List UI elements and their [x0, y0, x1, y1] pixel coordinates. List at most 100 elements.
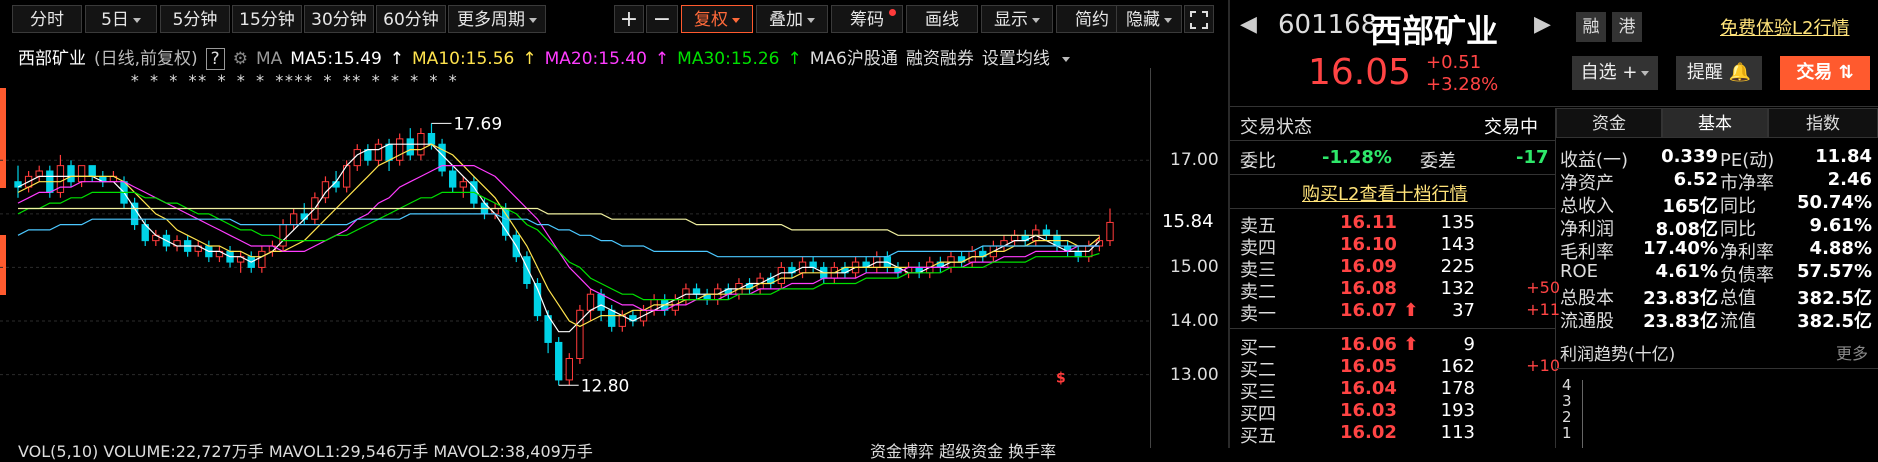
- period-30min[interactable]: 30分钟: [304, 5, 374, 33]
- period-5min[interactable]: 5分钟: [160, 5, 230, 33]
- candle-body: [777, 266, 786, 285]
- profit-y-axis: [1582, 380, 1583, 448]
- huaxian-button[interactable]: 画线: [906, 5, 978, 33]
- volume-tabs-text: 资金博弈 超级资金 换手率: [870, 442, 1057, 461]
- buy-l2-link[interactable]: 购买L2查看十档行情: [1302, 180, 1467, 206]
- chouma-button[interactable]: 筹码: [831, 5, 903, 33]
- order-level-price: 16.05: [1340, 356, 1397, 377]
- chevron-down-icon: [132, 17, 141, 23]
- high-label: 17.69: [453, 114, 502, 134]
- order-level-volume: 178: [1440, 378, 1475, 399]
- panel-hline-4: [1230, 208, 1555, 209]
- chevron-down-icon: [807, 17, 815, 23]
- candle-body: [809, 261, 817, 268]
- tab-jiben[interactable]: 基本: [1662, 108, 1768, 138]
- period-60min[interactable]: 60分钟: [376, 5, 446, 33]
- current-price-axis-label: 15.84: [1162, 211, 1214, 233]
- profit-trend-title: 利润趋势(十亿): [1560, 345, 1676, 365]
- trade-arrows-icon: ⇅: [1838, 62, 1854, 83]
- fund-value: 11.84: [1815, 146, 1872, 167]
- y-tick-label: 15.00: [1170, 257, 1219, 278]
- order-level-change: +11: [1526, 300, 1560, 319]
- candle-body: [385, 143, 393, 161]
- tixing-button[interactable]: 提醒 🔔: [1676, 56, 1762, 90]
- fund-value: 4.61%: [1655, 261, 1718, 282]
- period-5ri[interactable]: 5日: [85, 5, 157, 33]
- chevron-down-icon: [732, 17, 740, 23]
- tab-zhishu[interactable]: 指数: [1768, 108, 1878, 138]
- volume-tabs[interactable]: 资金博弈 超级资金 换手率: [870, 438, 1056, 462]
- order-level-price: 16.10: [1340, 234, 1397, 255]
- period-15min[interactable]: 15分钟: [232, 5, 302, 33]
- plus-icon: +: [1622, 62, 1638, 83]
- candle-body: [576, 309, 584, 360]
- price-change-pct: +3.28%: [1426, 74, 1499, 95]
- next-stock-button[interactable]: ▶: [1534, 12, 1551, 37]
- legend-rzrq[interactable]: 融资融券: [906, 49, 974, 69]
- panel-hline-1: [1230, 106, 1878, 107]
- chevron-down-icon: [529, 17, 537, 23]
- period-fenshi[interactable]: 分时: [12, 5, 82, 33]
- candlestick-chart[interactable]: * * * ** * * * **** * ** * * * * * 17.69 1…: [0, 68, 1150, 430]
- weibi-label: 委比: [1240, 151, 1276, 172]
- legend-ma30: MA30:15.26 ↑: [677, 49, 802, 69]
- xianshi-button[interactable]: 显示: [981, 5, 1053, 33]
- candle-body: [258, 250, 266, 268]
- order-level-volume: 132: [1440, 278, 1475, 299]
- diejia-label: 叠加: [769, 10, 803, 30]
- candle-body: [289, 213, 298, 226]
- yincang-button[interactable]: 隐藏: [1116, 5, 1182, 33]
- candle-body: [459, 181, 467, 188]
- candle-body: [374, 143, 383, 161]
- candle-body: [692, 288, 701, 295]
- current-price: 16.05: [1308, 52, 1412, 93]
- candle-body: [88, 165, 96, 177]
- chouma-label: 筹码: [850, 10, 884, 30]
- order-level-label: 卖一: [1240, 304, 1276, 325]
- candle-body: [1106, 221, 1114, 242]
- period-5ri-label: 5日: [101, 10, 129, 30]
- status-value: 交易中: [1484, 117, 1538, 138]
- order-level-price: 16.03: [1340, 400, 1397, 421]
- chevron-down-icon: [1032, 17, 1040, 23]
- candle-body: [502, 208, 510, 236]
- panel-hline-3: [1230, 174, 1555, 175]
- prev-stock-button[interactable]: ◀: [1240, 12, 1257, 37]
- tab-zijin[interactable]: 资金: [1556, 108, 1662, 138]
- candle-body: [427, 133, 436, 145]
- y-tick-label: 13.00: [1170, 364, 1219, 385]
- fullscreen-button[interactable]: [1184, 5, 1214, 33]
- order-level-volume: 135: [1440, 212, 1475, 233]
- jiaoyi-button[interactable]: 交易 ⇅: [1780, 56, 1870, 90]
- order-level-volume: 143: [1440, 234, 1475, 255]
- diejia-button[interactable]: 叠加: [756, 5, 828, 33]
- fund-value: 0.339: [1661, 146, 1718, 167]
- ma-legend: 西部矿业 (日线,前复权)? ⚙ MA MA5:15.49 ↑ MA10:15.56 ↑ MA2…: [18, 44, 1086, 70]
- period-more[interactable]: 更多周期: [448, 5, 546, 33]
- price-axis: 17.00 15.00 14.00 13.00 15.84: [1150, 68, 1228, 430]
- chart-axis-border: [1150, 68, 1151, 448]
- price-change: +0.51: [1426, 52, 1482, 73]
- period-more-label: 更多周期: [457, 10, 525, 30]
- fund-label: ROE: [1560, 261, 1599, 282]
- candle-body: [597, 293, 605, 311]
- fund-label: 流通股: [1560, 311, 1614, 332]
- zoom-in-button[interactable]: +: [614, 5, 644, 33]
- l2-trial-link[interactable]: 免费体验L2行情: [1720, 14, 1849, 40]
- signal-s-marker: $: [1056, 371, 1066, 387]
- zoom-out-button[interactable]: −: [646, 5, 678, 33]
- zixuan-button[interactable]: 自选 +: [1572, 56, 1658, 90]
- order-level-volume: 225: [1440, 256, 1475, 277]
- profit-more-link[interactable]: 更多: [1836, 340, 1868, 364]
- y-tick-label: 14.00: [1170, 311, 1219, 331]
- settings-gear-icon[interactable]: ⚙: [233, 49, 248, 69]
- fund-value: 382.5亿: [1797, 311, 1872, 332]
- yincang-label: 隐藏: [1126, 10, 1160, 30]
- legend-ma6[interactable]: MA6沪股通: [810, 49, 898, 69]
- notification-dot-icon: [889, 9, 896, 16]
- candle-body: [395, 138, 404, 161]
- legend-shezhi[interactable]: 设置均线: [982, 49, 1078, 69]
- volume-legend: VOL(5,10) VOLUME:22,727万手 MAVOL1:29,546万…: [18, 438, 593, 462]
- help-button[interactable]: ?: [205, 48, 225, 70]
- fuquan-button[interactable]: 复权: [681, 5, 753, 33]
